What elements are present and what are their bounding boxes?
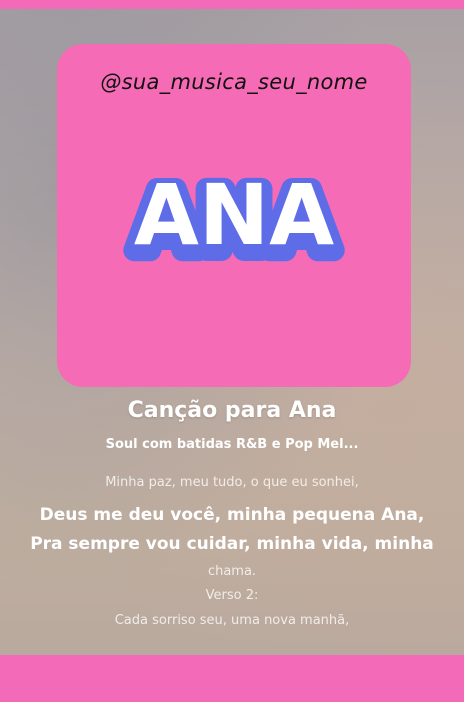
song-title: Canção para Ana — [127, 398, 337, 423]
cover-name-text: ANA — [134, 166, 334, 264]
bottom-accent-bar — [0, 655, 464, 702]
song-style: Soul com batidas R&B e Pop Mel... — [105, 437, 359, 452]
top-accent-bar — [0, 0, 464, 9]
lyric-line: Minha paz, meu tudo, o que eu sonhei, — [105, 475, 359, 490]
album-cover: @sua_musica_seu_nome ANA ANA — [57, 44, 411, 387]
cover-handle: @sua_musica_seu_nome — [100, 70, 368, 94]
lyric-line-current: Deus me deu você, minha pequena Ana, — [39, 505, 425, 525]
lyric-line: Cada sorriso seu, uma nova manhã, — [114, 613, 350, 628]
cover-name-art: ANA ANA — [123, 166, 345, 276]
lyric-line-current: Pra sempre vou cuidar, minha vida, minha — [30, 534, 434, 554]
lyric-line: Verso 2: — [205, 588, 259, 603]
lyric-line: chama. — [207, 564, 257, 579]
